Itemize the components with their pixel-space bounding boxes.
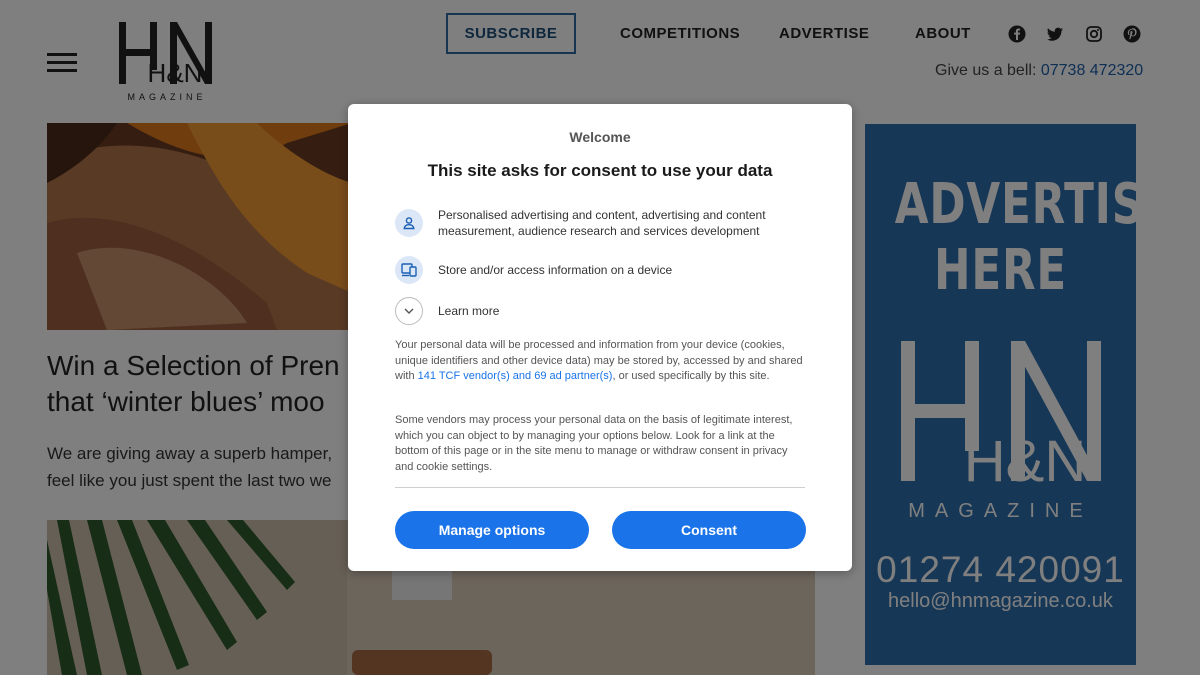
- device-icon: [395, 256, 423, 284]
- consent-button[interactable]: Consent: [612, 511, 806, 549]
- purpose-device-storage: Store and/or access information on a dev…: [395, 256, 815, 284]
- dialog-paragraph-1: Your personal data will be processed and…: [395, 338, 805, 385]
- purpose-text: Store and/or access information on a dev…: [438, 263, 673, 277]
- purpose-personalised-ads: Personalised advertising and content, ad…: [395, 207, 815, 239]
- learn-more-label[interactable]: Learn more: [438, 303, 499, 319]
- person-icon: [395, 209, 423, 237]
- purpose-text: Personalised advertising and content, ad…: [438, 208, 766, 238]
- chevron-down-icon[interactable]: [395, 297, 423, 325]
- paragraph-1-end: , or used specifically by this site.: [612, 370, 770, 383]
- dialog-paragraph-2: Some vendors may process your personal d…: [395, 414, 793, 473]
- vendors-link[interactable]: 141 TCF vendor(s) and 69 ad partner(s): [418, 370, 613, 382]
- dialog-welcome: Welcome: [569, 129, 631, 145]
- dialog-title: This site asks for consent to use your d…: [427, 161, 773, 180]
- learn-more-row[interactable]: Learn more: [395, 297, 815, 325]
- dialog-divider: [395, 487, 805, 488]
- manage-options-button[interactable]: Manage options: [395, 511, 589, 549]
- consent-dialog: Welcome This site asks for consent to us…: [348, 104, 852, 571]
